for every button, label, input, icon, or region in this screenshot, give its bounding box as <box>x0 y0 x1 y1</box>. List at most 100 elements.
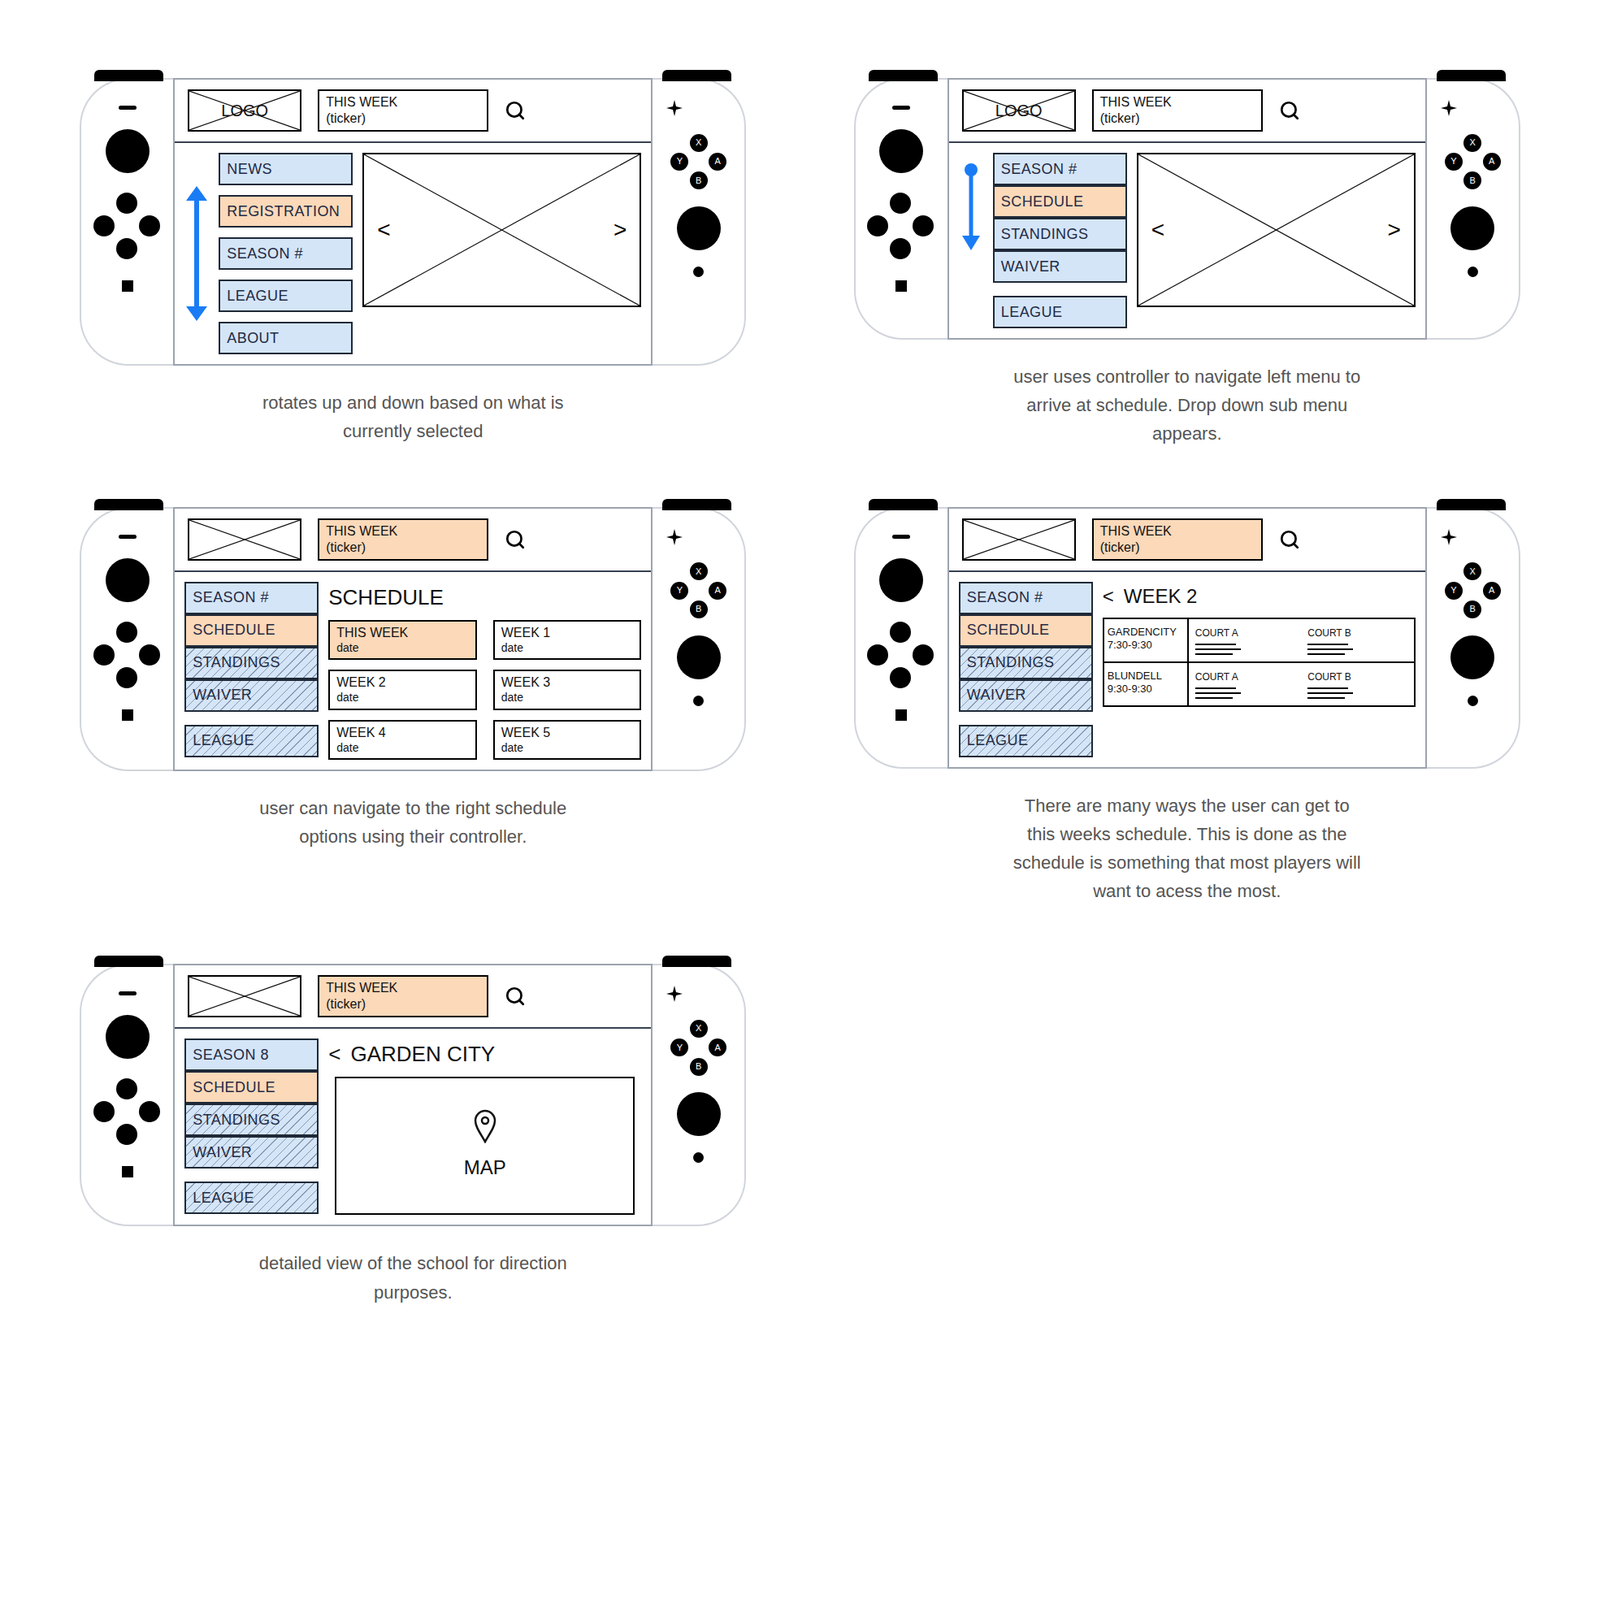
dpad-icon <box>867 192 936 261</box>
face-button[interactable]: X <box>1463 134 1482 152</box>
menu-item[interactable]: SCHEDULE <box>992 185 1128 218</box>
face-button[interactable]: X <box>689 562 708 581</box>
menu-item[interactable]: SEASON # <box>218 237 353 270</box>
face-button[interactable]: A <box>1482 581 1501 600</box>
ticker[interactable]: THIS WEEK(ticker) <box>1092 89 1263 132</box>
right-joycon: XYAB <box>652 963 746 1227</box>
face-button[interactable]: B <box>1463 171 1482 190</box>
ticker[interactable]: THIS WEEK(ticker) <box>317 89 489 132</box>
search-icon[interactable] <box>1279 528 1301 551</box>
menu-item[interactable]: STANDINGS <box>958 646 1093 680</box>
right-bumper <box>662 955 732 967</box>
face-button[interactable]: B <box>689 600 708 619</box>
week-card[interactable]: WEEK 1date <box>493 620 642 661</box>
menu-item[interactable]: WAIVER <box>184 1136 319 1169</box>
menu-item[interactable]: LEAGUE <box>184 724 319 758</box>
menu-item[interactable]: LEAGUE <box>218 279 353 313</box>
menu-item[interactable]: REGISTRATION <box>218 195 353 228</box>
face-button[interactable]: X <box>689 134 708 152</box>
ticker[interactable]: THIS WEEK(ticker) <box>317 518 489 561</box>
menu-item[interactable]: NEWS <box>218 152 353 186</box>
left-stick-icon <box>879 129 924 174</box>
caption: There are many ways the user can get to … <box>1008 791 1366 907</box>
menu-item[interactable]: LEAGUE <box>958 724 1093 758</box>
face-button[interactable]: B <box>1463 600 1482 619</box>
dpad-icon <box>93 621 162 690</box>
home-button-icon <box>693 695 704 707</box>
menu-item[interactable]: SEASON # <box>992 152 1128 186</box>
face-button[interactable]: B <box>689 1057 708 1076</box>
face-button[interactable]: X <box>689 1019 708 1038</box>
search-icon[interactable] <box>504 99 526 122</box>
face-button[interactable]: B <box>689 171 708 190</box>
image-carousel[interactable]: <> <box>362 152 642 308</box>
menu-item[interactable]: SEASON # <box>958 581 1093 615</box>
left-bumper <box>94 69 164 82</box>
back-button[interactable]: < <box>1102 581 1115 612</box>
carousel-prev[interactable]: < <box>373 212 394 248</box>
menu-item[interactable]: SCHEDULE <box>184 1071 319 1104</box>
menu-item[interactable]: WAIVER <box>958 679 1093 712</box>
menu-item[interactable]: SEASON 8 <box>184 1038 319 1072</box>
menu-item[interactable]: LEAGUE <box>992 295 1128 329</box>
week-card[interactable]: WEEK 5date <box>493 719 642 761</box>
caption: user uses controller to navigate left me… <box>1008 362 1366 449</box>
search-icon[interactable] <box>504 985 526 1007</box>
text-lines-icon <box>1307 643 1353 655</box>
back-button[interactable]: < <box>328 1038 341 1071</box>
image-carousel[interactable]: <> <box>1136 152 1416 308</box>
menu-item[interactable]: STANDINGS <box>184 646 319 680</box>
face-button[interactable]: A <box>708 581 727 600</box>
face-button[interactable]: Y <box>1444 152 1463 171</box>
menu-item[interactable]: SCHEDULE <box>184 614 319 647</box>
carousel-prev[interactable]: < <box>1148 212 1168 248</box>
week-card[interactable]: THIS WEEKdate <box>328 620 477 661</box>
court-row[interactable]: GARDENCITY7:30-9:30COURT ACOURT B <box>1104 619 1414 662</box>
menu-group: SEASON #SCHEDULESTANDINGSWAIVER <box>992 152 1128 283</box>
dpad-icon <box>93 1078 162 1147</box>
week-card[interactable]: WEEK 4date <box>328 719 477 761</box>
menu-item[interactable]: STANDINGS <box>992 217 1128 251</box>
capture-button-icon <box>121 280 134 292</box>
map[interactable]: MAP <box>334 1076 635 1215</box>
plus-button-icon <box>665 984 684 1003</box>
ticker[interactable]: THIS WEEK(ticker) <box>1092 518 1263 561</box>
search-icon[interactable] <box>1279 99 1301 122</box>
face-button[interactable]: A <box>708 152 727 171</box>
dpad-icon <box>93 192 162 261</box>
logo-cross-icon <box>963 520 1075 560</box>
face-button[interactable]: X <box>1463 562 1482 581</box>
week-card[interactable]: WEEK 3date <box>493 669 642 711</box>
right-stick-icon <box>676 1092 721 1137</box>
face-button[interactable]: Y <box>670 581 689 600</box>
minus-button-icon <box>118 105 137 110</box>
menu-item[interactable]: SCHEDULE <box>958 614 1093 647</box>
menu-item[interactable]: WAIVER <box>184 679 319 712</box>
court-row[interactable]: BLUNDELL9:30-9:30COURT ACOURT B <box>1104 661 1414 706</box>
menu-item[interactable]: WAIVER <box>992 250 1128 283</box>
menu-item[interactable]: LEAGUE <box>184 1181 319 1215</box>
dpad-icon <box>867 621 936 690</box>
face-buttons: XYAB <box>670 562 728 620</box>
face-button[interactable]: Y <box>670 1038 689 1057</box>
plus-button-icon <box>665 528 684 547</box>
side-menu: SEASON #SCHEDULESTANDINGSWAIVER LEAGUE <box>958 581 1093 758</box>
carousel-next[interactable]: > <box>1383 212 1404 248</box>
menu-item[interactable]: SEASON # <box>184 581 319 615</box>
switch-console: LOGOTHIS WEEK(ticker)SEASON #SCHEDULESTA… <box>854 78 1521 340</box>
menu-item[interactable]: ABOUT <box>218 321 353 355</box>
home-button-icon <box>693 1152 704 1163</box>
right-stick-icon <box>676 635 721 680</box>
face-button[interactable]: Y <box>1444 581 1463 600</box>
menu-item[interactable]: STANDINGS <box>184 1103 319 1137</box>
logo-cross-icon <box>189 520 300 560</box>
search-icon[interactable] <box>504 528 526 551</box>
switch-console: THIS WEEK(ticker) SEASON #SCHEDULESTANDIN… <box>79 507 746 772</box>
week-card[interactable]: WEEK 2date <box>328 669 477 711</box>
face-button[interactable]: A <box>708 1038 727 1057</box>
screen: THIS WEEK(ticker) SEASON #SCHEDULESTANDIN… <box>947 507 1427 769</box>
ticker[interactable]: THIS WEEK(ticker) <box>317 975 489 1018</box>
face-button[interactable]: A <box>1482 152 1501 171</box>
carousel-next[interactable]: > <box>610 212 630 248</box>
face-button[interactable]: Y <box>670 152 689 171</box>
